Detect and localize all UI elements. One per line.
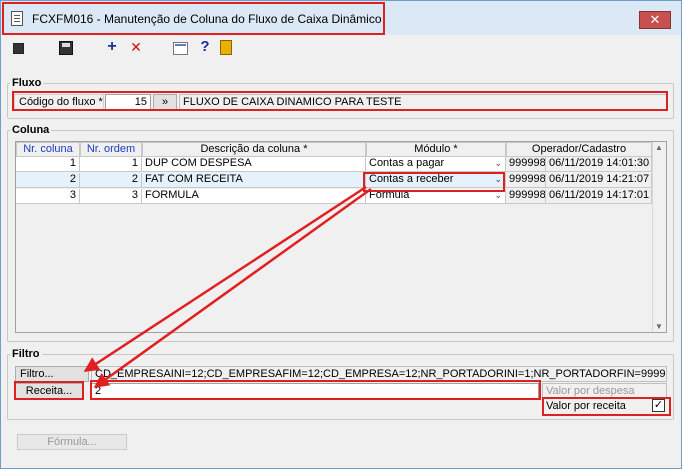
main-window: FCXFM016 - Manutenção de Coluna do Fluxo…	[0, 0, 682, 469]
scroll-up-icon[interactable]: ▲	[655, 143, 663, 152]
window-title: FCXFM016 - Manutenção de Coluna do Fluxo…	[32, 12, 382, 26]
row2-descricao[interactable]: FAT COM RECEITA	[142, 173, 366, 188]
receita-button[interactable]: Receita...	[15, 383, 83, 399]
filtro-legend: Filtro	[12, 348, 40, 360]
filtro-value-field: CD_EMPRESAINI=12;CD_EMPRESAFIM=12;CD_EMP…	[91, 366, 667, 382]
chevron-down-icon[interactable]: ⌄	[494, 189, 502, 202]
door-exit-icon[interactable]	[220, 40, 232, 55]
codigo-fluxo-input[interactable]: 15	[105, 94, 151, 110]
valor-receita-checkbox[interactable]: ✓	[652, 399, 665, 412]
coluna-grid: Nr. coluna Nr. ordem Descrição da coluna…	[15, 141, 667, 333]
receita-input[interactable]: 2	[91, 383, 539, 399]
coluna-legend: Coluna	[12, 124, 50, 136]
row3-nr-ordem[interactable]: 3	[80, 189, 142, 204]
codigo-fluxo-label: Código do fluxo *	[14, 94, 104, 110]
close-button[interactable]: ✕	[639, 11, 671, 29]
row1-descricao[interactable]: DUP COM DESPESA	[142, 157, 366, 172]
fluxo-lookup-button[interactable]: »	[153, 94, 177, 110]
row1-modulo-value: Contas a pagar	[369, 157, 445, 169]
toolbar: + ✕ ?	[1, 35, 681, 59]
row1-cadastro: 06/11/2019 14:01:30	[546, 157, 652, 172]
fluxo-legend: Fluxo	[12, 77, 42, 89]
header-nr-coluna[interactable]: Nr. coluna	[16, 142, 80, 157]
header-operador[interactable]: Operador/Cadastro	[506, 142, 652, 157]
row1-modulo-select[interactable]: Contas a pagar ⌄	[366, 157, 506, 172]
row1-operador: 999998	[506, 157, 546, 172]
grid-vertical-scrollbar[interactable]: ▲ ▼	[652, 142, 666, 332]
scroll-down-icon[interactable]: ▼	[655, 322, 663, 331]
delete-icon[interactable]: ✕	[128, 39, 144, 55]
row1-nr-ordem[interactable]: 1	[80, 157, 142, 172]
header-descricao[interactable]: Descrição da coluna *	[142, 142, 366, 157]
help-icon[interactable]: ?	[197, 39, 213, 55]
valor-receita-checkbox-label[interactable]: Valor por receita	[542, 399, 670, 415]
row2-operador: 999998	[506, 173, 546, 188]
add-icon[interactable]: +	[104, 39, 120, 55]
header-nr-ordem[interactable]: Nr. ordem	[80, 142, 142, 157]
row3-cadastro: 06/11/2019 14:17:01	[546, 189, 652, 204]
document-icon	[11, 11, 23, 26]
exit-icon[interactable]	[13, 43, 24, 54]
title-bar: FCXFM016 - Manutenção de Coluna do Fluxo…	[1, 1, 681, 35]
row2-modulo-select[interactable]: Contas a receber ⌄	[366, 173, 506, 188]
formula-button[interactable]: Fórmula...	[17, 434, 127, 450]
chevron-down-icon[interactable]: ⌄	[494, 173, 502, 186]
header-modulo[interactable]: Módulo *	[366, 142, 506, 157]
row3-modulo-value: Fórmula	[369, 189, 410, 201]
valor-despesa-checkbox-label[interactable]: Valor por despesa	[542, 383, 667, 399]
fluxo-description-field: FLUXO DE CAIXA DINAMICO PARA TESTE	[179, 94, 667, 110]
row3-descricao[interactable]: FORMULA	[142, 189, 366, 204]
row2-nr-coluna[interactable]: 2	[16, 173, 80, 188]
chevron-down-icon[interactable]: ⌄	[494, 157, 502, 170]
calculator-icon[interactable]	[173, 42, 188, 55]
row2-modulo-value: Contas a receber	[369, 173, 454, 185]
save-icon[interactable]	[59, 41, 73, 55]
row2-nr-ordem[interactable]: 2	[80, 173, 142, 188]
filtro-button[interactable]: Filtro...	[15, 366, 89, 382]
row1-nr-coluna[interactable]: 1	[16, 157, 80, 172]
row2-cadastro: 06/11/2019 14:21:07	[546, 173, 652, 188]
row3-nr-coluna[interactable]: 3	[16, 189, 80, 204]
row3-operador: 999998	[506, 189, 546, 204]
row3-modulo-select[interactable]: Fórmula ⌄	[366, 189, 506, 204]
